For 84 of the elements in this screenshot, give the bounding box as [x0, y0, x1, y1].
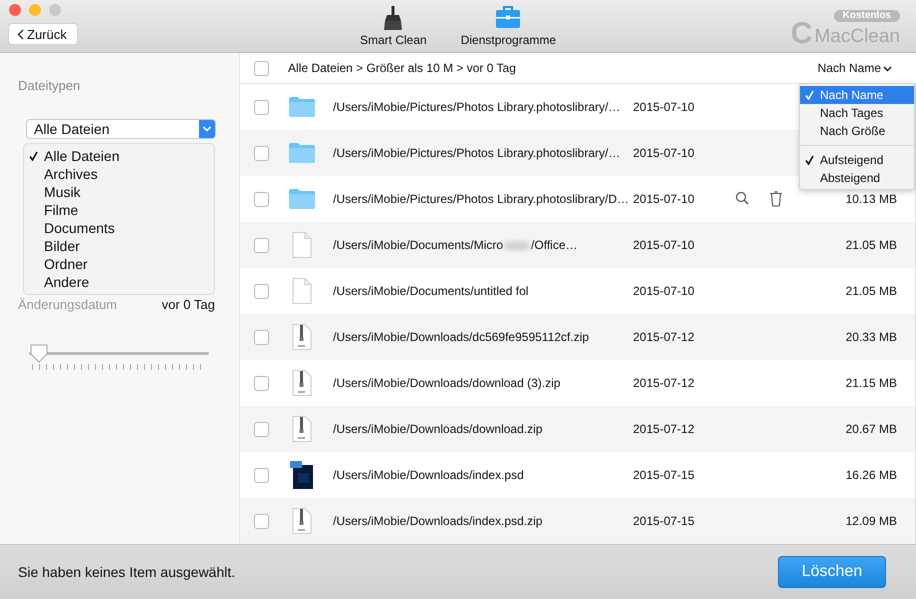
briefcase-icon	[496, 6, 520, 30]
checkmark-icon	[805, 90, 814, 100]
broom-icon	[382, 6, 404, 30]
file-size: 21.05 MB	[844, 284, 898, 298]
file-date: 2015-07-10	[633, 146, 696, 160]
file-date: 2015-07-15	[633, 514, 696, 528]
chevron-left-icon	[17, 28, 24, 40]
file-date: 2015-07-10	[633, 192, 696, 206]
close-button[interactable]	[9, 4, 21, 16]
section-title: Dateitypen	[18, 78, 82, 93]
breadcrumb: Alle Dateien > Größer als 10 M > vor 0 Tag	[288, 61, 517, 75]
minimize-button[interactable]	[29, 4, 41, 16]
file-date: 2015-07-12	[633, 422, 696, 436]
menu-item[interactable]: Nach Größe	[800, 122, 914, 140]
file-date: 2015-07-12	[633, 330, 696, 344]
menu-item[interactable]: Bilder	[24, 237, 214, 255]
checkbox[interactable]	[254, 330, 269, 344]
file-size: 12.09 MB	[844, 514, 898, 528]
trash-icon[interactable]	[769, 191, 783, 207]
checkbox[interactable]	[254, 146, 269, 160]
menu-item[interactable]: Aufsteigend	[800, 151, 914, 169]
zip-file-icon	[292, 324, 312, 350]
menu-item[interactable]: Nach Tages	[800, 104, 914, 122]
file-date: 2015-07-10	[633, 284, 696, 298]
menu-item[interactable]: Alle Dateien	[24, 147, 214, 165]
toolbar-tool[interactable]: Dienstprogramme	[460, 6, 556, 52]
file-path: /Users/iMobie/Documents/untitled fol	[333, 284, 530, 298]
zoom-button[interactable]	[49, 4, 61, 16]
back-button[interactable]: Zurück	[8, 23, 78, 45]
checkbox[interactable]	[254, 514, 269, 528]
checkbox[interactable]	[254, 238, 269, 252]
filter-value: vor 0 Tag	[162, 297, 215, 312]
filter-label: Änderungsdatum	[18, 297, 118, 312]
file-path: /Users/iMobie/Documents/Micro /Office…	[333, 238, 579, 252]
checkbox[interactable]	[254, 192, 269, 206]
photoshop-file-icon	[290, 461, 314, 489]
menu-item[interactable]: Ordner	[24, 255, 214, 273]
file-size: 16.26 MB	[844, 468, 898, 482]
menu-item[interactable]: Andere	[24, 273, 214, 291]
file-path: /Users/iMobie/Downloads/index.psd	[333, 468, 525, 482]
file-path: /Users/iMobie/Pictures/Photos Library.photoslibrary/D…	[333, 192, 630, 206]
document-icon	[292, 232, 312, 258]
menu-item[interactable]: Musik	[24, 183, 214, 201]
folder-icon	[289, 97, 315, 117]
checkbox[interactable]	[254, 468, 269, 482]
date-slider[interactable]	[29, 343, 209, 370]
folder-icon	[289, 189, 315, 209]
checkbox[interactable]	[254, 100, 269, 114]
toolbar-tool[interactable]: Smart Clean	[360, 6, 427, 52]
file-size: 20.33 MB	[844, 330, 898, 344]
file-date: 2015-07-10	[633, 100, 696, 114]
checkbox[interactable]	[254, 60, 269, 76]
menu-item[interactable]: Documents	[24, 219, 214, 237]
status-message: Sie haben keines Item ausgewählt.	[18, 564, 236, 580]
filetype-select[interactable]: Alle Dateien	[26, 119, 216, 139]
file-size: 21.15 MB	[844, 376, 898, 390]
checkbox[interactable]	[254, 376, 269, 390]
menu-item[interactable]: Absteigend	[800, 169, 914, 187]
zip-file-icon	[292, 370, 312, 396]
checkbox[interactable]	[254, 284, 269, 298]
file-path: /Users/iMobie/Pictures/Photos Library.photoslibrary/…	[333, 100, 622, 114]
file-path: /Users/iMobie/Downloads/download (3).zip	[333, 376, 562, 390]
file-date: 2015-07-15	[633, 468, 696, 482]
folder-icon	[289, 143, 315, 163]
slider-thumb[interactable]	[29, 343, 49, 363]
search-icon[interactable]	[735, 191, 749, 207]
file-path: /Users/iMobie/Downloads/dc569fe9595112cf.zip	[333, 330, 590, 344]
file-size: 20.67 MB	[844, 422, 898, 436]
file-date: 2015-07-12	[633, 376, 696, 390]
file-size: 21.05 MB	[844, 238, 898, 252]
checkbox[interactable]	[254, 422, 269, 436]
file-path: /Users/iMobie/Downloads/index.psd.zip	[333, 514, 544, 528]
document-icon	[292, 278, 312, 304]
zip-file-icon	[292, 508, 312, 534]
file-size: 10.13 MB	[844, 192, 898, 206]
menu-item[interactable]: Archives	[24, 165, 214, 183]
file-date: 2015-07-10	[633, 238, 696, 252]
file-path: /Users/iMobie/Downloads/download.zip	[333, 422, 544, 436]
sort-button[interactable]: Nach Name	[818, 61, 892, 75]
zip-file-icon	[292, 416, 312, 442]
badge-label: Kostenlos	[834, 10, 900, 22]
file-path: /Users/iMobie/Pictures/Photos Library.photoslibrary/…	[333, 146, 622, 160]
menu-item[interactable]: Filme	[24, 201, 214, 219]
menu-item[interactable]: Nach Name	[800, 86, 914, 104]
